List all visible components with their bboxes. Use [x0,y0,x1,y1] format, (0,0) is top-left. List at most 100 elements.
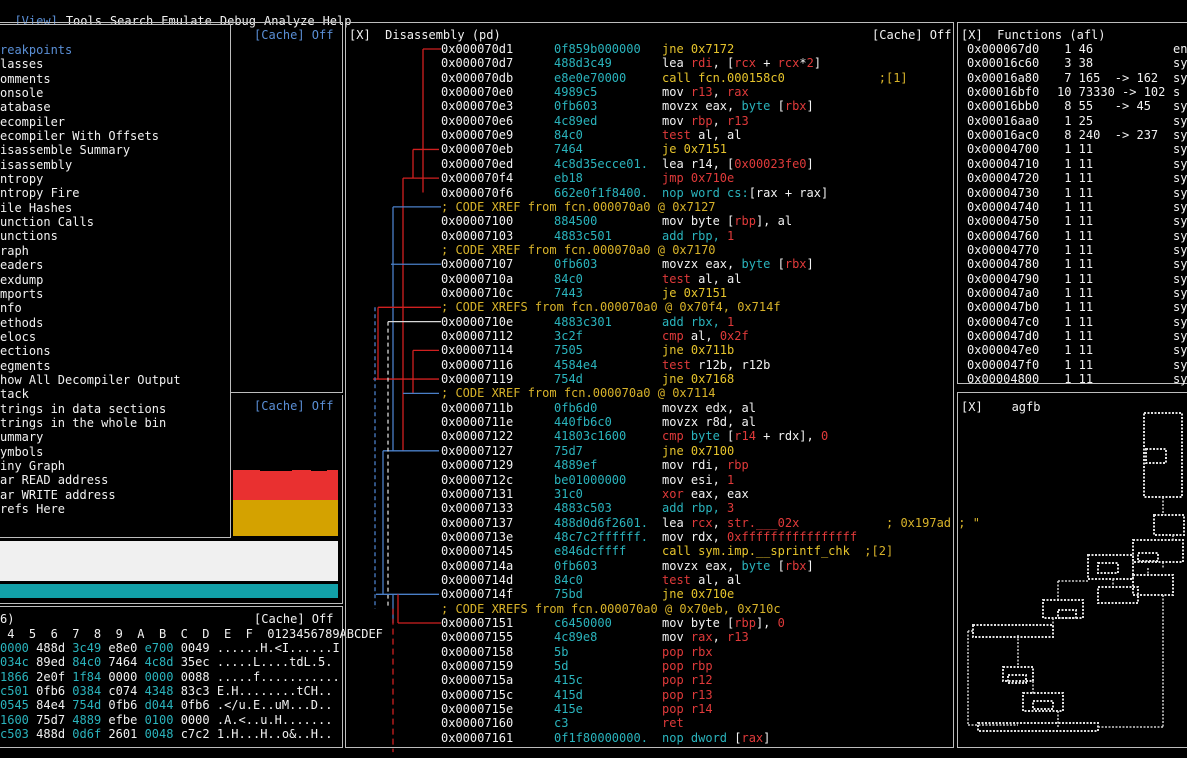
view-menu-item[interactable]: reakpoints [0,43,230,57]
disasm-line[interactable]: 0x00007100 884500 mov byte [rbp], al [441,214,792,228]
disasm-line[interactable]: 0x00007103 4883c501 add rbp, 1 [441,229,734,243]
disasm-line[interactable]: 0x0000715e 415e pop r14 [441,702,713,716]
graph-node[interactable] [1022,692,1064,712]
view-menu-item[interactable]: ummary [0,430,230,444]
view-menu-item[interactable]: refs Here [0,502,230,516]
view-menu-item[interactable]: atabase [0,100,230,114]
function-row[interactable]: 0x00004740 1 11 sy [967,200,1187,214]
function-row[interactable]: 0x00016ac0 8 240 -> 237 sy [967,128,1187,142]
function-row[interactable]: 0x00016bf0 10 73330 -> 102 s [967,85,1187,99]
xref-comment[interactable]: ; CODE XREF from fcn.000070a0 @ 0x7170 [441,243,716,257]
view-menu-item[interactable]: nfo [0,301,230,315]
xref-comment[interactable]: ; CODE XREFS from fcn.000070a0 @ 0x70eb,… [441,602,781,616]
function-row[interactable]: 0x00004790 1 11 sy [967,272,1187,286]
disasm-line[interactable]: 0x0000714a 0fb603 movzx eax, byte [rbx] [441,559,814,573]
disasm-line[interactable]: 0x0000710a 84c0 test al, al [441,272,741,286]
view-menu-item[interactable]: ar WRITE address [0,488,230,502]
disasm-line[interactable]: 0x000070f4 eb18 jmp 0x710e [441,171,734,185]
disasm-line[interactable]: 0x00007145 e846dcffff call sym.imp.__sprin… [441,544,893,558]
graph-node[interactable] [1132,574,1174,596]
view-menu-item[interactable]: how All Decompiler Output [0,373,230,387]
view-menu-item[interactable]: unction Calls [0,215,230,229]
graph-node[interactable] [977,722,1099,732]
function-row[interactable]: 0x00016a80 7 165 -> 162 sy [967,71,1187,85]
view-menu-item[interactable]: unctions [0,229,230,243]
function-row[interactable]: 0x00004730 1 11 sy [967,186,1187,200]
disasm-line[interactable]: 0x0000715c 415d pop r13 [441,688,713,702]
function-row[interactable]: 0x00004800 1 11 sy [967,372,1187,386]
view-menu-item[interactable]: isassemble Summary [0,143,230,157]
view-menu-item[interactable]: lasses [0,57,230,71]
view-menu-item[interactable]: ecompiler [0,115,230,129]
disasm-line[interactable]: 0x000070d7 488d3c49 lea rdi, [rcx + rcx*2] [441,56,821,70]
disasm-line[interactable]: 0x000070d1 0f859b000000 jne 0x7172 [441,42,734,56]
view-menu-item[interactable]: egments [0,359,230,373]
view-menu-item[interactable]: mports [0,287,230,301]
view-menu-item[interactable]: elocs [0,330,230,344]
function-row[interactable]: 0x000047b0 1 11 sy [967,300,1187,314]
view-menu-item[interactable]: ections [0,344,230,358]
disasm-line[interactable]: 0x000070eb 7464 je 0x7151 [441,142,727,156]
function-row[interactable]: 0x000047c0 1 11 sy [967,315,1187,329]
disasm-line[interactable]: 0x00007122 41803c1600 cmp byte [r14 + rdx]… [441,429,828,443]
graph-node[interactable] [1087,554,1134,580]
disasm-line[interactable]: 0x000070f6 662e0f1f8400. nop word cs:[rax … [441,186,828,200]
disasm-line[interactable]: 0x00007107 0fb603 movzx eax, byte [rbx] [441,257,814,271]
function-row[interactable]: 0x000047f0 1 11 sy [967,358,1187,372]
function-row[interactable]: 0x00004770 1 11 sy [967,243,1187,257]
view-menu-item[interactable]: trings in the whole bin [0,416,230,430]
function-row[interactable]: 0x000047a0 1 11 sy [967,286,1187,300]
disasm-line[interactable]: 0x00007160 c3 ret [441,716,684,730]
disasm-line[interactable]: 0x0000712c be01000000 mov esi, 1 [441,473,734,487]
graph-node[interactable] [1143,412,1183,498]
graph-node[interactable] [1057,609,1077,619]
disasm-line[interactable]: 0x0000714d 84c0 test al, al [441,573,741,587]
disasm-line[interactable]: 0x000070ed 4c8d35ecce01. lea r14, [0x00023… [441,157,814,171]
disasm-line[interactable]: 0x0000713e 48c7c2ffffff. mov rdx, 0xffffff… [441,530,857,544]
disasm-line[interactable]: 0x00007131 31c0 xor eax, eax [441,487,749,501]
disasm-line[interactable]: 0x0000714f 75bd jne 0x710e [441,587,734,601]
function-row[interactable]: 0x00004760 1 11 sy [967,229,1187,243]
function-row[interactable]: 0x00016bb0 8 55 -> 45 sy [967,99,1187,113]
xref-comment[interactable]: ; CODE XREF from fcn.000070a0 @ 0x7114 [441,386,716,400]
function-row[interactable]: 0x00004780 1 11 sy [967,257,1187,271]
disasm-line[interactable]: 0x0000711b 0fb6d0 movzx edx, al [441,401,756,415]
hexdump-cache[interactable]: [Cache] Off [254,612,333,626]
disasm-line[interactable]: 0x00007114 7505 jne 0x711b [441,343,734,357]
function-row[interactable]: 0x00004720 1 11 sy [967,171,1187,185]
graph-node[interactable] [1137,552,1159,562]
view-menu-item[interactable]: raph [0,244,230,258]
view-menu-item[interactable]: ar READ address [0,473,230,487]
cache-label-mid[interactable]: [Cache] Off [254,399,333,413]
view-menu-item[interactable]: exdump [0,273,230,287]
disasm-line[interactable]: 0x00007119 754d jne 0x7168 [441,372,734,386]
disasm-line[interactable]: 0x00007161 0f1f80000000. nop dword [rax] [441,731,770,745]
disasm-line[interactable]: 0x00007158 5b pop rbx [441,645,713,659]
disasm-cache[interactable]: [Cache] Off [872,28,951,42]
function-row[interactable]: 0x00004710 1 11 sy [967,157,1187,171]
disasm-line[interactable]: 0x00007151 c6450000 mov byte [rbp], 0 [441,616,785,630]
view-menu-item[interactable]: ile Hashes [0,201,230,215]
disasm-line[interactable]: 0x000070e0 4989c5 mov r13, rax [441,85,749,99]
view-menu-item[interactable]: ethods [0,316,230,330]
disasm-line[interactable]: 0x0000710c 7443 je 0x7151 [441,286,727,300]
view-menu-item[interactable]: ntropy [0,172,230,186]
cache-label[interactable]: [Cache] Off [254,28,333,42]
view-menu-item[interactable]: tack [0,387,230,401]
graph-node[interactable] [1145,448,1167,464]
disasm-line[interactable]: 0x00007116 4584e4 test r12b, r12b [441,358,770,372]
view-menu-item[interactable]: ecompiler With Offsets [0,129,230,143]
view-menu-item[interactable]: isassembly [0,158,230,172]
disasm-line[interactable]: 0x000070e6 4c89ed mov rbp, r13 [441,114,749,128]
disasm-line[interactable]: 0x00007127 75d7 jne 0x7100 [441,444,734,458]
function-row[interactable]: 0x000047d0 1 11 sy [967,329,1187,343]
function-row[interactable]: 0x000047e0 1 11 sy [967,343,1187,357]
view-menu-item[interactable]: onsole [0,86,230,100]
view-menu-item[interactable]: trings in data sections [0,402,230,416]
function-row[interactable]: 0x000067d0 1 46 en [967,42,1187,56]
disasm-line[interactable]: 0x0000715a 415c pop r12 [441,673,713,687]
view-menu-item[interactable]: iny Graph [0,459,230,473]
view-menu-item[interactable]: ntropy Fire [0,186,230,200]
graph-node[interactable] [1097,562,1119,574]
graph-node[interactable] [1153,514,1185,536]
